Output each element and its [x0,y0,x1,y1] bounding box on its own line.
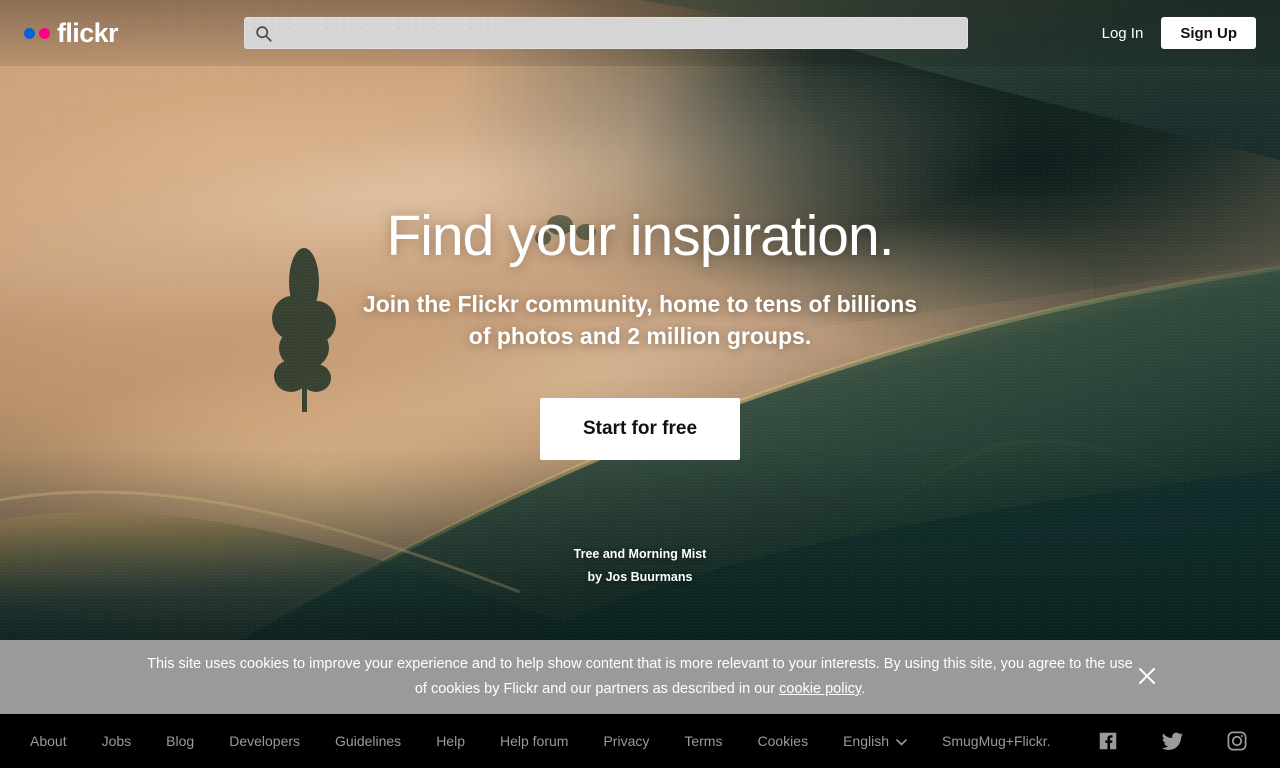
footer-link-cookies[interactable]: Cookies [757,733,808,749]
footer-link-about[interactable]: About [30,733,67,749]
search-icon [255,25,272,42]
flickr-logo-dots-icon [24,27,50,39]
sign-up-button[interactable]: Sign Up [1161,17,1256,49]
cookie-banner-text-before: This site uses cookies to improve your e… [147,656,1133,697]
footer-link-privacy[interactable]: Privacy [603,733,649,749]
flickr-logo-wordmark: flickr [57,17,119,48]
hero-subtitle-line-1: Join the Flickr community, home to tens … [362,291,918,317]
header-actions: Log In Sign Up [1102,0,1256,66]
cookie-banner-text-after: . [861,681,866,697]
cookie-consent-banner: This site uses cookies to improve your e… [0,640,1280,714]
close-icon [1138,667,1156,688]
flickr-logo[interactable]: flickr [24,17,119,49]
instagram-icon[interactable] [1226,730,1248,752]
footer-links: About Jobs Blog Developers Guidelines He… [30,733,1086,749]
cookie-banner-text: This site uses cookies to improve your e… [140,652,1140,702]
search-box[interactable] [244,17,968,49]
flickr-landing-page: Find your inspiration. Join the Flickr c… [0,0,1280,768]
search-bar[interactable] [244,17,968,49]
log-in-link[interactable]: Log In [1102,25,1144,42]
twitter-icon[interactable] [1161,730,1184,753]
footer-link-smugmug[interactable]: SmugMug+Flickr. [942,733,1051,749]
logo-dot-pink-icon [39,27,50,39]
facebook-icon[interactable] [1097,730,1119,752]
site-footer: About Jobs Blog Developers Guidelines He… [0,714,1280,768]
photo-credit: Tree and Morning Mist by Jos Buurmans [574,543,707,589]
footer-link-jobs[interactable]: Jobs [102,733,132,749]
chevron-down-icon [896,733,907,749]
cookie-policy-link[interactable]: cookie policy [779,681,861,697]
logo-dot-blue-icon [24,27,35,39]
hero-subtitle-line-2: of photos and 2 million groups. [468,323,812,349]
footer-link-guidelines[interactable]: Guidelines [335,733,401,749]
footer-link-help[interactable]: Help [436,733,465,749]
footer-social-links [1097,730,1248,753]
photo-credit-title: Tree and Morning Mist [573,547,707,561]
hero-subtitle: Join the Flickr community, home to tens … [300,288,980,352]
language-selector[interactable]: English [843,733,907,749]
footer-link-blog[interactable]: Blog [166,733,194,749]
language-selector-label: English [843,733,889,749]
footer-link-developers[interactable]: Developers [229,733,300,749]
photo-credit-author: by Jos Buurmans [587,570,693,584]
search-input[interactable] [272,25,967,41]
cookie-banner-close-button[interactable] [1134,664,1160,690]
footer-link-help-forum[interactable]: Help forum [500,733,568,749]
page-title: Find your inspiration. [386,204,894,268]
site-header: flickr Log In Sign Up [0,0,1280,66]
footer-link-terms[interactable]: Terms [684,733,722,749]
start-for-free-button[interactable]: Start for free [540,398,740,460]
